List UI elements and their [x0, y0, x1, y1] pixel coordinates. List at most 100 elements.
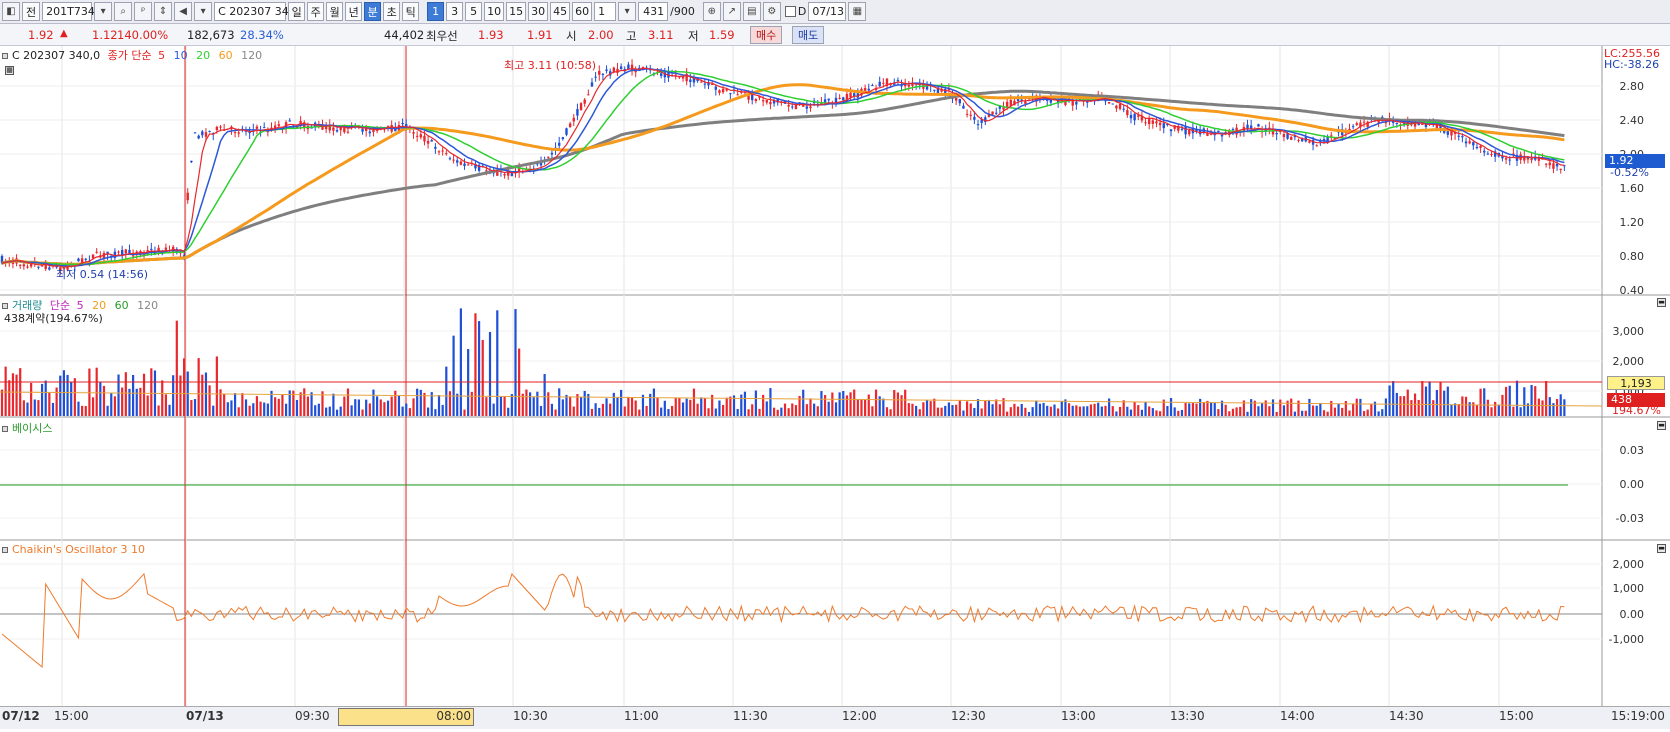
- symbol-code-field[interactable]: 201T7340: [42, 2, 102, 21]
- volume-bar: [499, 396, 503, 416]
- count-field[interactable]: 431: [638, 2, 669, 21]
- period-button-year[interactable]: 년: [345, 2, 363, 21]
- volume-bar: [346, 388, 350, 416]
- volume-bar: [51, 402, 55, 416]
- volume-bar: [601, 403, 605, 416]
- candle-body: [288, 120, 291, 122]
- volume-bar: [594, 403, 597, 416]
- volume-bar: [376, 396, 379, 416]
- chart-canvas[interactable]: [0, 46, 1670, 729]
- interval-button-45[interactable]: 45: [550, 2, 571, 21]
- volume-bar: [426, 407, 430, 416]
- symbol-dropdown-icon[interactable]: ▾: [94, 2, 113, 21]
- volume-bar: [900, 395, 903, 416]
- sell-button[interactable]: 매도: [792, 26, 825, 44]
- speaker-icon[interactable]: ◀: [174, 2, 193, 21]
- panel-minimize-icon[interactable]: ▬: [1657, 298, 1666, 307]
- volume-bar: [689, 399, 692, 416]
- volume-bar: [1209, 402, 1213, 416]
- symbol-picker-icon[interactable]: ᵖ: [134, 2, 153, 21]
- chevron-down-icon[interactable]: ▾: [618, 2, 637, 21]
- candle-body: [84, 258, 87, 260]
- interval-button-15[interactable]: 15: [506, 2, 527, 21]
- volume-bar: [911, 403, 914, 416]
- volume-bar: [219, 389, 222, 416]
- period-button-tick[interactable]: 틱: [402, 2, 420, 21]
- period-button-minute[interactable]: 분: [364, 2, 382, 21]
- calendar-icon[interactable]: ▦: [848, 2, 867, 21]
- indicator-add-icon[interactable]: ⊕: [702, 2, 721, 21]
- volume-bar: [1188, 403, 1191, 416]
- volume-bar: [1006, 411, 1009, 416]
- candle-body: [1526, 157, 1530, 160]
- period-button-second[interactable]: 초: [383, 2, 401, 21]
- volume-bar: [281, 394, 284, 416]
- volume-bar: [37, 400, 40, 416]
- x-label: 12:30: [951, 709, 986, 723]
- volume-bar: [991, 404, 994, 416]
- period-button-week[interactable]: 주: [307, 2, 325, 21]
- panel-menu-icon[interactable]: [2, 303, 8, 309]
- trend-tool-icon[interactable]: ↗: [722, 2, 741, 21]
- price-y-tick: 2.80: [1619, 80, 1645, 93]
- period-button-day[interactable]: 일: [288, 2, 306, 21]
- d-checkbox[interactable]: [784, 6, 796, 17]
- save-icon[interactable]: ▤: [742, 2, 761, 21]
- volume-bar: [1009, 407, 1012, 416]
- volume-bar: [1133, 401, 1136, 416]
- candle-body: [1005, 101, 1009, 108]
- candle-body: [95, 251, 98, 253]
- volume-bar: [1417, 399, 1420, 416]
- volume-bar: [718, 400, 721, 416]
- volume-y-tick: 2,000: [1612, 355, 1645, 368]
- volume-bar: [1523, 387, 1526, 416]
- interval-button-1[interactable]: 1: [427, 2, 445, 21]
- interval-button-3[interactable]: 3: [446, 2, 464, 21]
- interval-button-30[interactable]: 30: [528, 2, 549, 21]
- interval-button-5[interactable]: 5: [465, 2, 483, 21]
- period-button-month[interactable]: 월: [326, 2, 344, 21]
- chart-area[interactable]: C 202307 340,0 종가 단순 5 10 20 60 120 ▦ 최고…: [0, 46, 1670, 729]
- volume-bar: [233, 393, 237, 416]
- candle-body: [503, 174, 506, 176]
- spin-updown-icon[interactable]: ⇕: [154, 2, 173, 21]
- panel-menu-icon[interactable]: [2, 547, 8, 553]
- volume-bar: [1399, 396, 1402, 416]
- volume-bar: [539, 405, 543, 416]
- panel-toggle-icon[interactable]: ◧: [2, 2, 20, 21]
- volume-bar: [434, 409, 437, 416]
- date-field[interactable]: 07/13: [808, 2, 847, 21]
- interval-button-60[interactable]: 60: [572, 2, 593, 21]
- volume-bar: [1359, 398, 1362, 416]
- candle-body: [641, 66, 645, 68]
- volume-bar: [583, 390, 586, 416]
- volume-bar: [590, 408, 594, 416]
- dropdown-icon[interactable]: ▾: [194, 2, 213, 21]
- candle-body: [164, 247, 168, 250]
- interval-button-10[interactable]: 10: [484, 2, 505, 21]
- volume-bar: [656, 398, 659, 416]
- panel-menu-icon[interactable]: [2, 53, 8, 59]
- table-icon[interactable]: ▦: [5, 66, 14, 75]
- candle-body: [659, 73, 663, 76]
- interval-select[interactable]: 1: [594, 2, 617, 21]
- volume-bar: [492, 403, 495, 416]
- volume-bar: [700, 397, 703, 416]
- volume-bar: [783, 403, 787, 416]
- candle-body: [415, 135, 419, 137]
- volume-bar: [230, 400, 233, 416]
- panel-minimize-icon[interactable]: ▬: [1657, 544, 1666, 553]
- panel-menu-icon[interactable]: [2, 426, 8, 432]
- panel-bg: [0, 418, 1602, 539]
- gear-icon[interactable]: ⚙: [762, 2, 781, 21]
- candle-body: [233, 132, 237, 134]
- panel-minimize-icon[interactable]: ▬: [1657, 421, 1666, 430]
- volume-bar: [456, 393, 459, 416]
- prev-button[interactable]: 전: [22, 2, 41, 21]
- buy-button[interactable]: 매수: [750, 26, 783, 44]
- volume-bar: [73, 378, 76, 416]
- high-annotation: 최고 3.11 (10:58): [504, 59, 597, 72]
- volume-bar: [1064, 399, 1067, 416]
- volume-bar: [1024, 407, 1027, 416]
- search-icon[interactable]: ⌕: [114, 2, 133, 21]
